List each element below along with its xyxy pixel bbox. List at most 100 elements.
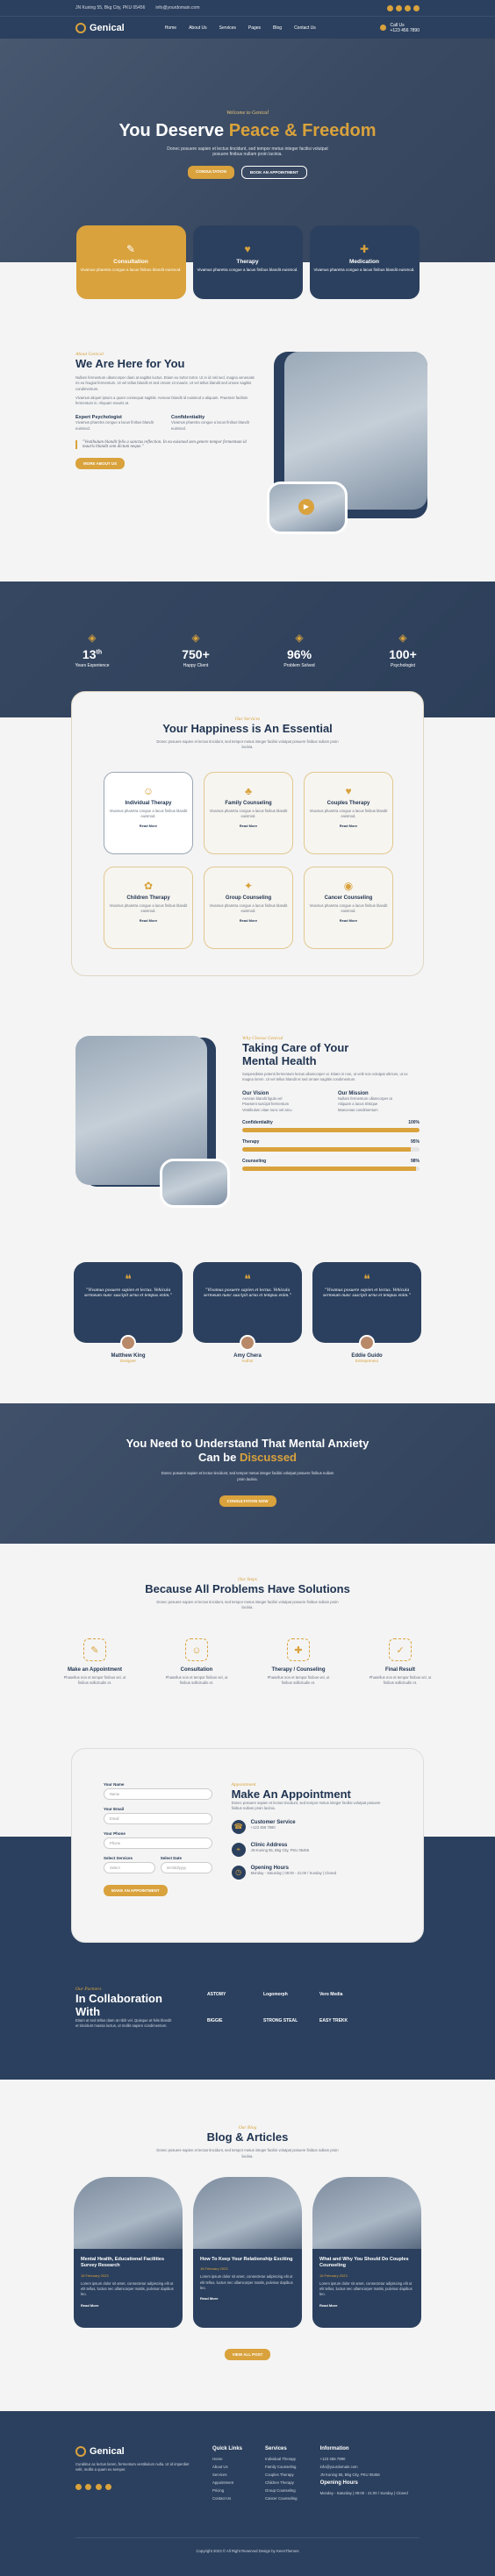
process-step: ✚ Therapy / Counseling Phasellus non et te… — [263, 1638, 334, 1687]
service-card[interactable]: ◉ Cancer Counseling Vivamus pharetra congu… — [304, 866, 393, 949]
appointment-title: Make An Appointment — [231, 1787, 351, 1801]
youtube-icon[interactable] — [105, 2483, 112, 2490]
email-input[interactable]: Email — [104, 1812, 212, 1824]
users-icon: ◈ — [191, 631, 200, 644]
footer-logo[interactable]: Genical — [75, 2445, 190, 2457]
consultation-icon: ✎ — [126, 243, 136, 255]
hero-consult-button[interactable]: Consultation — [188, 166, 234, 179]
couples-icon: ♥ — [345, 784, 352, 797]
hero-text: Donec posuere sapien et lectus tincidunt… — [167, 146, 328, 157]
nav-home[interactable]: Home — [165, 25, 176, 31]
read-more-link[interactable]: Read More — [319, 2303, 414, 2308]
feature-card[interactable]: ♥ Therapy Vivamus pharetra congue a lacus … — [192, 225, 303, 299]
phone-input[interactable]: Phone — [104, 1837, 212, 1849]
address-text: JN Kuning 55, Bkg City, PKU 05456 — [75, 5, 146, 11]
nav-about[interactable]: About Us — [189, 25, 207, 31]
twitter-icon[interactable] — [396, 4, 402, 11]
read-more-link[interactable]: Read More — [204, 824, 292, 828]
blog-card[interactable]: Mental Health, Educational Facilities Su… — [74, 2176, 183, 2328]
read-more-link[interactable]: Read More — [104, 824, 192, 828]
about-feature: Expert Psychologist Vivamus pharetra cong… — [75, 415, 154, 431]
about-more-button[interactable]: More About Us — [75, 458, 126, 470]
cta-button[interactable]: Consultation Now — [219, 1495, 276, 1507]
partners-section: Our Partners In Collaboration With Etiam… — [0, 1986, 495, 2080]
cta-title: You Need to Understand That Mental Anxie… — [126, 1436, 369, 1465]
read-more-link[interactable]: Read More — [81, 2303, 176, 2308]
feature-card[interactable]: ✚ Medication Vivamus pharetra congue a lac… — [309, 225, 420, 299]
service-select[interactable]: Select — [104, 1861, 155, 1873]
read-more-link[interactable]: Read More — [104, 918, 192, 923]
service-card[interactable]: ☺ Individual Therapy Vivamus pharetra cong… — [104, 771, 193, 854]
therapy-icon: ✚ — [287, 1638, 310, 1662]
therapy-icon: ♥ — [244, 243, 251, 255]
read-more-link[interactable]: Read More — [200, 2296, 295, 2301]
partner-logo[interactable]: ASTOMY — [207, 1992, 251, 1997]
appointment-info: Appointment Make An Appointment Donec po… — [231, 1782, 391, 1909]
submit-appointment-button[interactable]: Make an Appointment — [104, 1884, 168, 1896]
twitter-icon[interactable] — [85, 2483, 92, 2490]
process-step: ☺ Consultation Phasellus non et tempor fin… — [161, 1638, 232, 1687]
name-input[interactable]: Name — [104, 1788, 212, 1800]
date-input[interactable]: mm/dd/yyyy — [160, 1861, 212, 1873]
youtube-icon[interactable] — [413, 4, 420, 11]
about-text: Nullam fermentum ullamcorper diam at sag… — [75, 375, 255, 391]
facebook-icon[interactable] — [75, 2483, 82, 2490]
result-icon: ✓ — [389, 1638, 412, 1662]
testimonial-card: ❝ "Vivamus posuere sapien et lectus. Vehi… — [74, 1261, 183, 1363]
instagram-icon[interactable] — [95, 2483, 102, 2490]
mission-col: Our Mission Nullam fermentum ullamcorper … — [338, 1091, 392, 1112]
feature-card[interactable]: ✎ Consultation Vivamus pharetra congue a l… — [75, 225, 186, 299]
play-icon[interactable]: ▶ — [298, 499, 314, 515]
doctor-icon: ◈ — [398, 631, 407, 644]
blog-image — [74, 2176, 183, 2249]
logo[interactable]: Genical — [75, 22, 125, 33]
view-all-posts-button[interactable]: View All Post — [224, 2348, 271, 2360]
blog-card[interactable]: How To Keep Your Relationship Exciting 16… — [193, 2176, 302, 2328]
individual-icon: ☺ — [142, 784, 154, 797]
read-more-link[interactable]: Read More — [305, 918, 392, 923]
topbar: JN Kuning 55, Bkg City, PKU 05456 info@y… — [0, 0, 495, 16]
phone-icon — [380, 25, 387, 31]
cta-text: Donec posuere sapien et lectus tincidunt… — [161, 1471, 334, 1481]
nav-contact[interactable]: Contact Us — [294, 25, 316, 31]
about-section: About Genical We Are Here for You Nullam… — [0, 299, 495, 536]
avatar — [120, 1334, 136, 1351]
process-text: Donec posuere sapien et lectus tincidunt… — [156, 1599, 339, 1609]
blog-image — [312, 2176, 421, 2249]
appointment-icon: ✎ — [83, 1638, 106, 1662]
partner-logo[interactable]: EASY TREKK — [319, 2018, 363, 2023]
hero-appointment-button[interactable]: Book an Appointment — [240, 166, 307, 179]
service-card[interactable]: ♥ Couples Therapy Vivamus pharetra congue … — [304, 771, 393, 854]
avatar — [359, 1334, 375, 1351]
location-icon: ⌖ — [231, 1843, 246, 1858]
partner-logo[interactable]: BIGGIE — [207, 2018, 251, 2023]
partner-logo[interactable]: STRONG STEAL — [263, 2018, 307, 2023]
partner-logo[interactable]: Logomorph — [263, 1992, 307, 1997]
main-nav: Genical Home About Us Services Pages Blo… — [0, 16, 495, 39]
nav-pages[interactable]: Pages — [248, 25, 261, 31]
read-more-link[interactable]: Read More — [204, 918, 292, 923]
testimonials: ❝ "Vivamus posuere sapien et lectus. Vehi… — [0, 1261, 495, 1363]
logo-text: Genical — [90, 22, 125, 33]
about-quote: "Vestibulum blandit felis a sanctus refl… — [75, 440, 255, 450]
process-step: ✎ Make an Appointment Phasellus non et tem… — [60, 1638, 130, 1687]
blog-title: Blog & Articles — [206, 2130, 289, 2144]
social-links — [387, 4, 420, 11]
partner-logo[interactable]: Vero Media — [319, 1992, 363, 1997]
progress-bar: Confidentiality 100% — [242, 1120, 420, 1133]
feature-cards: ✎ Consultation Vivamus pharetra congue a l… — [0, 225, 495, 299]
service-card[interactable]: ✦ Group Counseling Vivamus pharetra congue… — [204, 866, 293, 949]
call-us[interactable]: Call Us +123 456 7890 — [380, 23, 420, 33]
service-card[interactable]: ♣ Family Counseling Vivamus pharetra congu… — [204, 771, 293, 854]
nav-services[interactable]: Services — [219, 25, 236, 31]
facebook-icon[interactable] — [387, 4, 393, 11]
copyright: Copyright 2023 © All Right Reserved Desi… — [75, 2537, 420, 2553]
footer-services: Services Individual Therapy Family Counsel… — [265, 2445, 298, 2501]
read-more-link[interactable]: Read More — [305, 824, 392, 828]
call-phone: +123 456 7890 — [390, 27, 420, 33]
nav-blog[interactable]: Blog — [273, 25, 282, 31]
service-card[interactable]: ✿ Children Therapy Vivamus pharetra congue… — [104, 866, 193, 949]
blog-card[interactable]: What and Why You Should Do Couples Couns… — [312, 2176, 421, 2328]
instagram-icon[interactable] — [405, 4, 411, 11]
avatar — [240, 1334, 255, 1351]
